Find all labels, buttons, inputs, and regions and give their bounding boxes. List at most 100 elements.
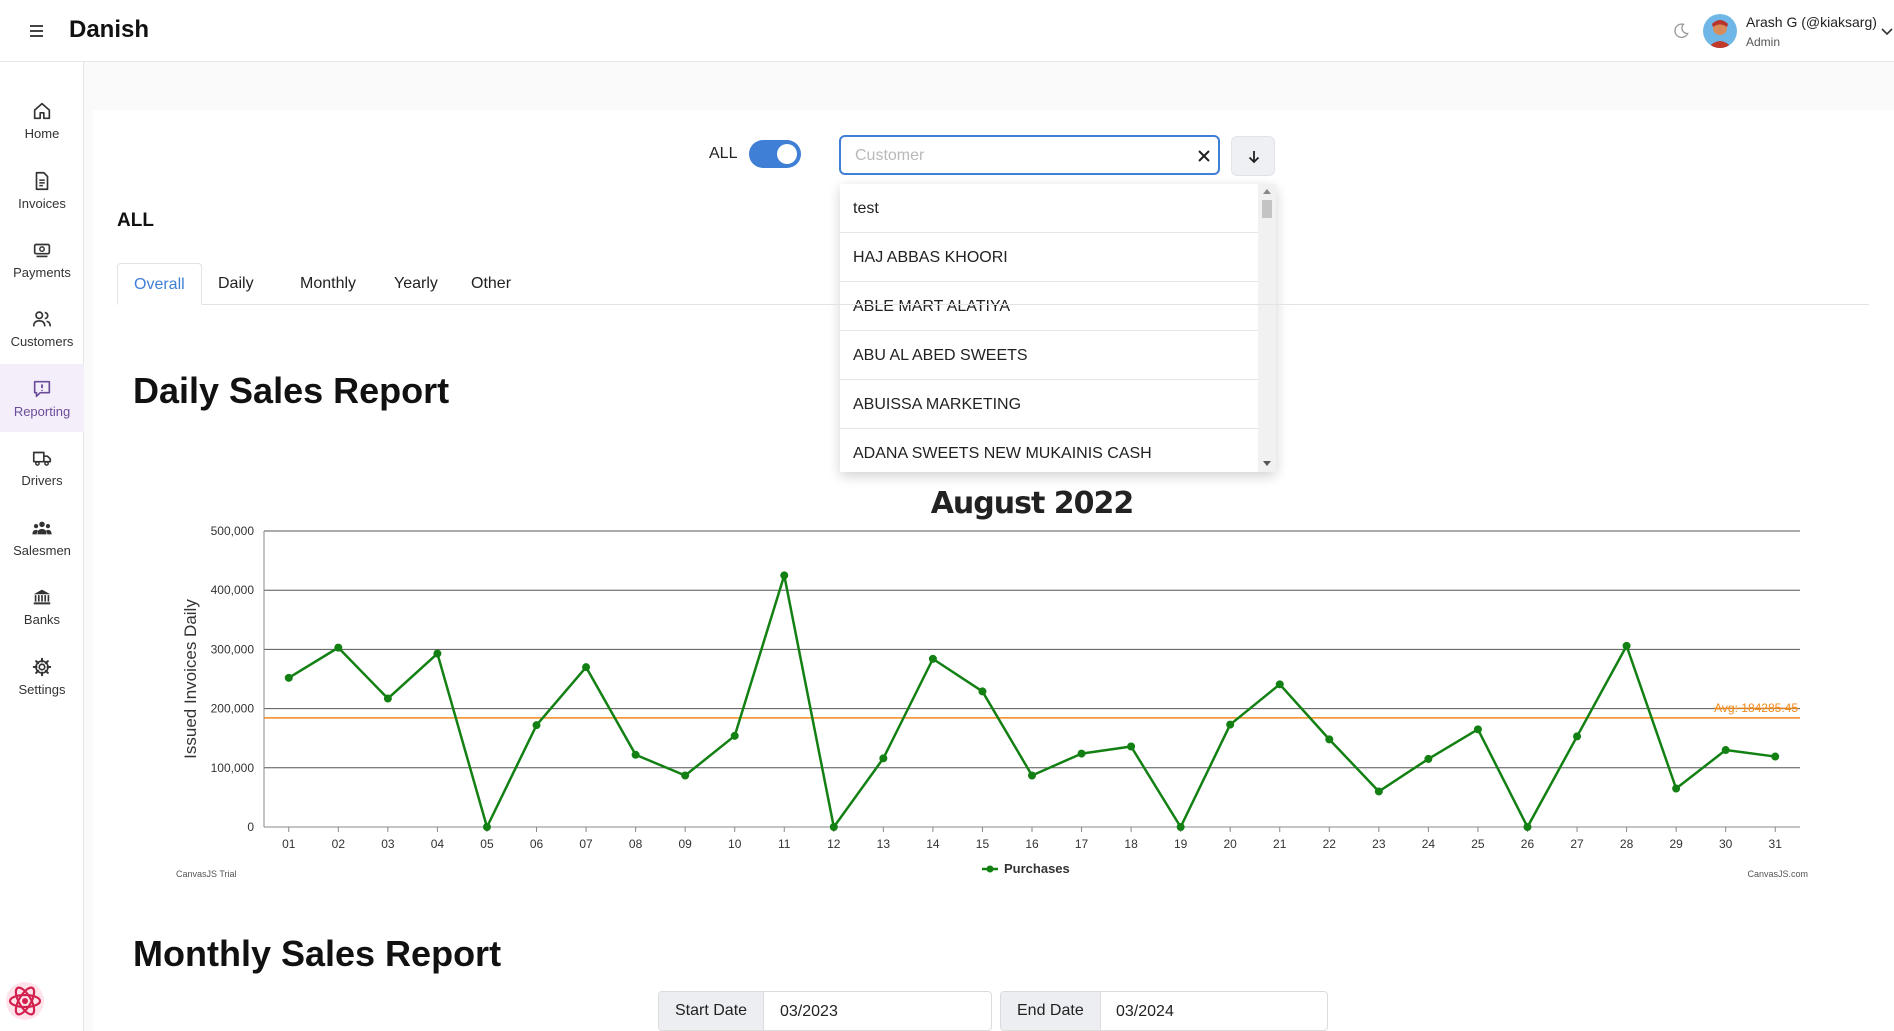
data-point [1721, 746, 1730, 755]
toggle-knob [777, 144, 797, 164]
end-date-input[interactable] [1116, 1000, 1316, 1024]
data-point [582, 663, 591, 672]
start-date-label: Start Date [659, 992, 765, 1030]
close-icon[interactable] [1196, 148, 1212, 164]
user-role: Admin [1746, 35, 1781, 49]
data-point [1473, 725, 1482, 734]
sidebar-item-label: Drivers [21, 473, 63, 488]
sidebar-item-home[interactable]: Home [0, 86, 84, 154]
x-tick-label: 26 [1521, 837, 1535, 851]
user-name: Arash G (@kiaksarg) [1746, 14, 1877, 30]
data-point [1226, 720, 1235, 729]
chart-credit-left: CanvasJS Trial [176, 869, 237, 879]
dropdown-option[interactable]: ABU AL ABED SWEETS [840, 331, 1258, 380]
sidebar-item-invoices[interactable]: Invoices [0, 156, 84, 224]
sidebar-item-label: Payments [13, 265, 71, 280]
cash-icon [33, 243, 51, 258]
sort-direction-button[interactable] [1231, 136, 1275, 176]
document-icon [35, 171, 49, 191]
x-tick-label: 09 [678, 837, 692, 851]
x-tick-label: 02 [332, 837, 346, 851]
x-tick-label: 27 [1570, 837, 1584, 851]
moon-icon[interactable] [1671, 21, 1691, 41]
x-tick-label: 28 [1620, 837, 1634, 851]
sidebar-item-payments[interactable]: Payments [0, 225, 84, 293]
x-tick-label: 08 [629, 837, 643, 851]
scroll-down-icon[interactable] [1263, 461, 1271, 466]
tab-other[interactable]: Other [455, 263, 527, 305]
sidebar-item-salesmen[interactable]: Salesmen [0, 503, 84, 571]
chevron-down-icon[interactable] [1880, 24, 1894, 38]
data-point [334, 643, 343, 652]
data-point [1573, 732, 1582, 741]
data-point [1028, 771, 1036, 780]
data-point [1672, 784, 1681, 793]
all-toggle-label: ALL [709, 145, 738, 162]
data-point [383, 694, 392, 703]
series-line-purchases [288, 574, 1776, 829]
sidebar-item-settings[interactable]: Settings [0, 642, 84, 710]
tab-yearly[interactable]: Yearly [378, 263, 454, 305]
chart-credit-right: CanvasJS.com [1747, 869, 1808, 879]
end-date-label: End Date [1001, 992, 1101, 1030]
scroll-up-icon[interactable] [1263, 189, 1271, 194]
customer-dropdown: test HAJ ABBAS KHOORI ABLE MART ALATIYA … [840, 184, 1276, 472]
sidebar-item-customers[interactable]: Customers [0, 294, 84, 362]
app-root: Danish Arash G (@kiaksarg) Admin Home In… [0, 0, 1894, 1031]
sidebar-item-reporting[interactable]: Reporting [0, 364, 84, 432]
report-icon [33, 380, 51, 398]
react-devtools-logo-icon[interactable] [4, 980, 46, 1022]
daily-sales-chart: August 2022 0 100,000 200,000 300,000 400,000… [176, 486, 1808, 879]
x-tick-label: 21 [1273, 837, 1287, 851]
sidebar-item-drivers[interactable]: Drivers [0, 433, 84, 501]
chart-title: August 2022 [931, 486, 1134, 521]
data-point [681, 771, 690, 780]
home-icon [33, 102, 51, 120]
dropdown-option[interactable]: ADANA SWEETS NEW MUKAINIS CASH [840, 429, 1258, 472]
tab-daily[interactable]: Daily [202, 263, 270, 305]
dropdown-option[interactable]: ABUISSA MARKETING [840, 380, 1258, 429]
y-axis-label: Issued Invoices Daily [181, 599, 200, 759]
y-tick-label: 200,000 [211, 702, 255, 716]
data-point [879, 754, 888, 763]
x-tick-label: 24 [1422, 837, 1436, 851]
x-tick-label: 31 [1769, 837, 1783, 851]
y-tick-label: 400,000 [211, 583, 255, 597]
dropdown-option[interactable]: test [840, 184, 1258, 233]
data-point [1771, 752, 1780, 761]
avatar[interactable] [1703, 14, 1737, 48]
sidebar-item-banks[interactable]: Banks [0, 572, 84, 640]
customer-search-input[interactable] [855, 145, 1175, 167]
data-point [532, 721, 541, 730]
x-tick-label: 03 [381, 837, 395, 851]
sidebar: Home Invoices Payments Customers Reporti… [0, 62, 84, 1031]
start-date-input[interactable] [780, 1000, 980, 1024]
x-tick-label: 20 [1224, 837, 1238, 851]
data-point [780, 571, 789, 580]
x-tick-label: 19 [1174, 837, 1188, 851]
x-tick-label: 06 [530, 837, 544, 851]
tab-monthly[interactable]: Monthly [284, 263, 372, 305]
customer-search-box[interactable] [839, 135, 1220, 175]
dropdown-scrollbar[interactable] [1258, 184, 1276, 472]
sidebar-item-label: Reporting [13, 404, 71, 419]
x-tick-label: 07 [579, 837, 593, 851]
data-point [730, 731, 739, 740]
sidebar-item-label: Salesmen [13, 543, 71, 558]
x-tick-label: 05 [480, 837, 494, 851]
sidebar-item-label: Banks [23, 612, 61, 627]
sidebar-item-label: Settings [18, 682, 66, 697]
data-point [284, 673, 293, 682]
brand-title: Danish [69, 16, 150, 43]
gear-icon [32, 657, 52, 677]
legend-swatch-marker [986, 865, 994, 873]
sidebar-item-label: Invoices [18, 196, 66, 211]
bank-icon [33, 589, 51, 605]
tab-overall[interactable]: Overall [117, 263, 202, 305]
x-tick-label: 10 [728, 837, 742, 851]
all-toggle-switch[interactable] [749, 140, 801, 168]
scrollbar-thumb[interactable] [1262, 200, 1272, 218]
data-point [928, 654, 937, 663]
hamburger-menu-icon[interactable] [26, 22, 48, 40]
x-tick-label: 22 [1323, 837, 1337, 851]
